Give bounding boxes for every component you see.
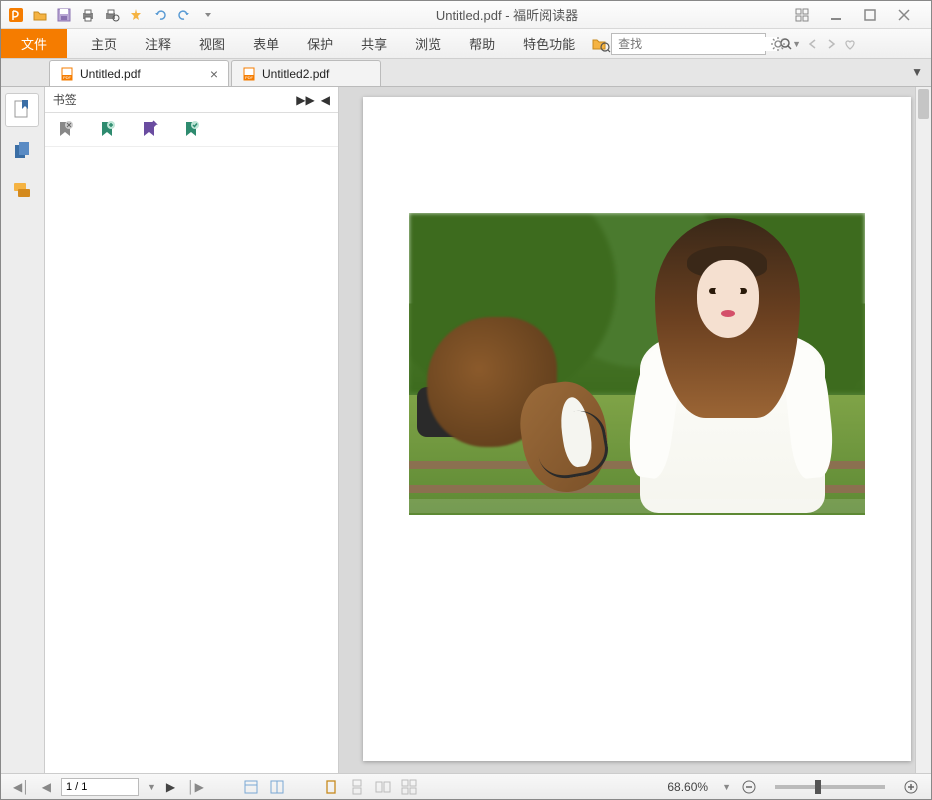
menu-view[interactable]: 视图 [185,28,239,59]
pdf-icon: PDF [242,67,256,81]
zoom-slider-knob[interactable] [815,780,821,794]
maximize-button[interactable] [863,8,887,22]
nav-forward-icon[interactable] [825,38,837,50]
menu-right-controls: ▼ [770,36,865,52]
scrollbar-thumb[interactable] [918,89,929,119]
view-mode-2-icon[interactable] [268,778,286,796]
next-page-icon[interactable]: ▶ [164,780,177,794]
menu-home[interactable]: 主页 [77,28,131,59]
bookmark-toolbar [45,113,338,147]
close-button[interactable] [897,8,921,22]
ribbon-toggle-icon[interactable] [795,8,819,22]
menu-file[interactable]: 文件 [1,29,67,58]
pdf-page [363,97,911,761]
bookmark-add-icon[interactable] [95,118,119,142]
tab-label: Untitled2.pdf [262,67,329,81]
first-page-icon[interactable]: ◀│ [11,780,32,794]
search-box [611,33,766,55]
window-controls [795,8,927,22]
app-logo-icon[interactable] [5,4,27,26]
sidebar-comments-icon[interactable] [5,173,39,207]
zoom-slider[interactable] [775,785,885,789]
menu-help[interactable]: 帮助 [455,28,509,59]
bookmark-delete-icon[interactable] [53,118,77,142]
sidebar-pages-icon[interactable] [5,133,39,167]
document-tabbar: PDF Untitled.pdf × PDF Untitled2.pdf ▼ [1,59,931,87]
zoom-percentage: 68.60% [667,780,708,794]
print-preview-icon[interactable] [101,4,123,26]
sidebar-bookmarks-icon[interactable] [5,93,39,127]
quick-access-toolbar [5,4,219,26]
last-page-icon[interactable]: │▶ [185,780,206,794]
redo-icon[interactable] [173,4,195,26]
svg-text:PDF: PDF [245,75,254,80]
menu-annotate[interactable]: 注释 [131,28,185,59]
save-icon[interactable] [53,4,75,26]
document-viewport[interactable] [339,87,931,773]
svg-text:PDF: PDF [63,75,72,80]
zoom-dropdown-icon[interactable]: ▼ [722,782,731,792]
sidebar-tabs [1,87,45,773]
bookmark-goto-icon[interactable] [137,118,161,142]
heart-icon[interactable] [843,37,857,51]
tab-dropdown-icon[interactable]: ▼ [911,65,923,79]
statusbar: ◀│ ◀ 1 / 1 ▼ ▶ │▶ 68.60% ▼ [1,773,931,799]
menu-protect[interactable]: 保护 [293,28,347,59]
menu-form[interactable]: 表单 [239,28,293,59]
open-icon[interactable] [29,4,51,26]
bookmark-panel: 书签 ▶▶ ◀ [45,87,339,773]
layout-facing-icon[interactable] [374,778,392,796]
bookmark-check-icon[interactable] [179,118,203,142]
tab-label: Untitled.pdf [80,67,141,81]
qat-dropdown-icon[interactable] [197,4,219,26]
vertical-scrollbar[interactable] [915,87,931,773]
search-input[interactable] [612,37,779,51]
new-icon[interactable] [125,4,147,26]
bookmark-header: 书签 ▶▶ ◀ [45,87,338,113]
folder-search-icon[interactable] [591,35,611,53]
prev-page-icon[interactable]: ◀ [40,780,53,794]
pdf-icon: PDF [60,67,74,81]
window-title: Untitled.pdf - 福昕阅读器 [219,5,795,24]
gear-icon[interactable] [770,36,786,52]
tab-untitled-pdf[interactable]: PDF Untitled.pdf × [49,60,229,86]
view-mode-1-icon[interactable] [242,778,260,796]
zoom-in-icon[interactable] [901,779,921,795]
titlebar: Untitled.pdf - 福昕阅读器 [1,1,931,29]
menu-browse[interactable]: 浏览 [401,28,455,59]
bookmark-collapse-icon[interactable]: ◀ [321,93,330,107]
undo-icon[interactable] [149,4,171,26]
gear-dropdown-icon[interactable]: ▼ [792,39,801,49]
main-area: 书签 ▶▶ ◀ [1,87,931,773]
layout-continuous-facing-icon[interactable] [400,778,418,796]
close-icon[interactable]: × [210,66,218,82]
menu-features[interactable]: 特色功能 [509,28,589,59]
menubar: 文件 主页 注释 视图 表单 保护 共享 浏览 帮助 特色功能 ▼ [1,29,931,59]
zoom-out-icon[interactable] [739,779,759,795]
nav-back-icon[interactable] [807,38,819,50]
tab-untitled2-pdf[interactable]: PDF Untitled2.pdf [231,60,381,86]
bookmark-expand-icon[interactable]: ▶▶ [296,93,314,107]
page-dropdown-icon[interactable]: ▼ [147,782,156,792]
page-number-input[interactable]: 1 / 1 [61,778,139,796]
layout-single-icon[interactable] [322,778,340,796]
layout-continuous-icon[interactable] [348,778,366,796]
bookmark-body [45,147,338,773]
embedded-image [409,213,865,515]
bookmark-title: 书签 [53,91,297,108]
print-icon[interactable] [77,4,99,26]
minimize-button[interactable] [829,8,853,22]
menu-share[interactable]: 共享 [347,28,401,59]
